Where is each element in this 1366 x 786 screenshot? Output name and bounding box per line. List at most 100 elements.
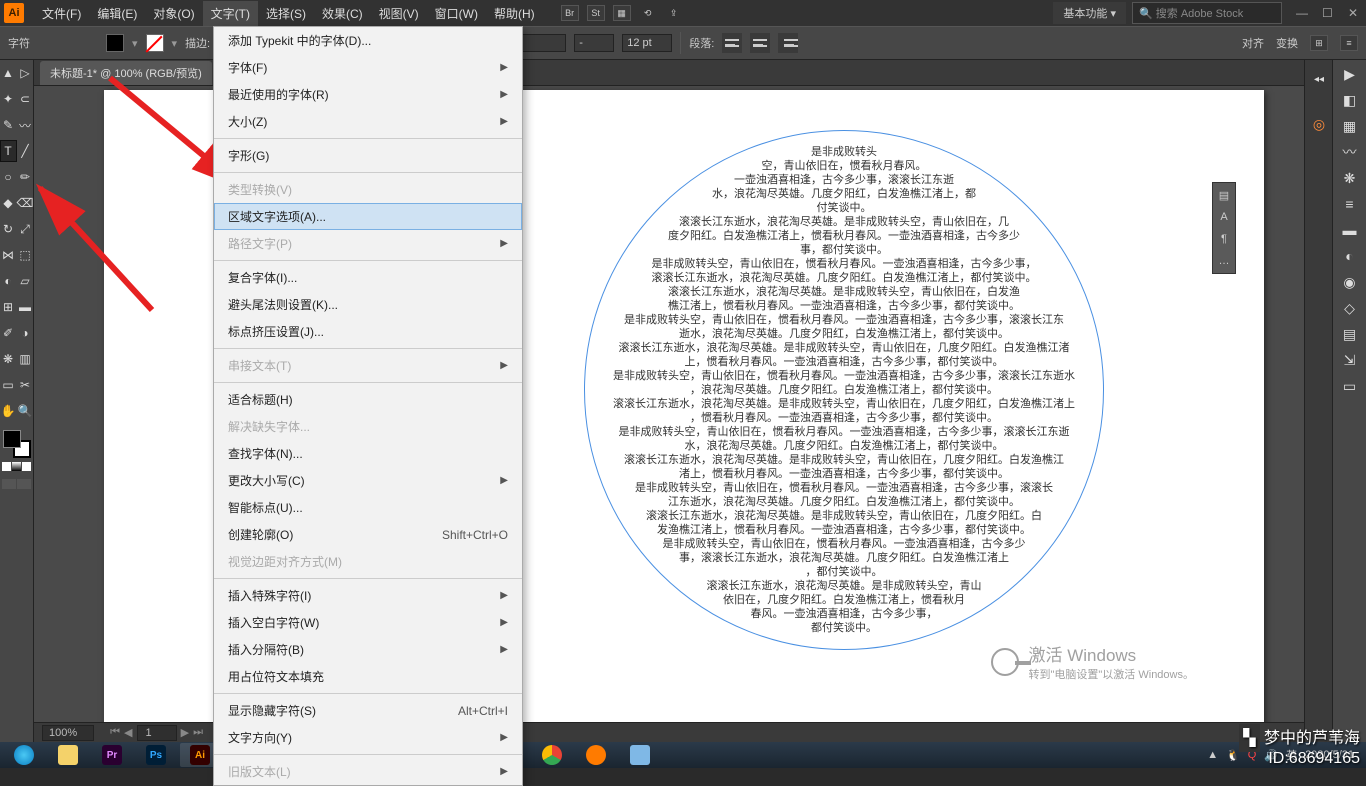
dd-smart-punct[interactable]: 智能标点(U)... bbox=[214, 494, 522, 521]
menu-type[interactable]: 文字(T) bbox=[203, 1, 258, 26]
asset-export-icon[interactable]: ⇲ bbox=[1336, 348, 1364, 372]
maximize-icon[interactable]: ☐ bbox=[1322, 6, 1336, 20]
dd-composite-fonts[interactable]: 复合字体(I)... bbox=[214, 264, 522, 291]
gradient-tool[interactable]: ▬ bbox=[17, 296, 34, 318]
artboard-next-icon[interactable]: ▶ bbox=[181, 726, 189, 739]
rotate-tool[interactable]: ↻ bbox=[0, 218, 17, 240]
gpu-icon[interactable]: ⟲ bbox=[639, 5, 657, 21]
appearance-panel-icon[interactable]: ◉ bbox=[1336, 270, 1364, 294]
none-mode-icon[interactable] bbox=[22, 462, 31, 471]
artboards-panel-icon[interactable]: ▭ bbox=[1336, 374, 1364, 398]
tb-chrome[interactable] bbox=[532, 743, 572, 767]
free-transform-tool[interactable]: ⬚ bbox=[17, 244, 34, 266]
search-stock-input[interactable]: 🔍 搜索 Adobe Stock bbox=[1132, 2, 1282, 24]
dd-font[interactable]: 字体(F)▶ bbox=[214, 54, 522, 81]
eraser-tool[interactable]: ⌫ bbox=[17, 192, 34, 214]
minimize-icon[interactable]: — bbox=[1296, 6, 1310, 20]
swatches-panel-icon[interactable]: ▦ bbox=[1336, 114, 1364, 138]
screen-full-icon[interactable] bbox=[17, 479, 31, 489]
gradient-mode-icon[interactable] bbox=[12, 462, 21, 471]
document-tab[interactable]: 未标题-1* @ 100% (RGB/预览) bbox=[40, 61, 212, 85]
bridge-icon[interactable]: Br bbox=[561, 5, 579, 21]
dd-glyphs[interactable]: 字形(G) bbox=[214, 142, 522, 169]
stroke-none-icon[interactable] bbox=[146, 34, 164, 52]
dd-insert-special[interactable]: 插入特殊字符(I)▶ bbox=[214, 582, 522, 609]
brush-tool[interactable]: ✏ bbox=[17, 166, 34, 188]
dd-create-outlines[interactable]: 创建轮廓(O)Shift+Ctrl+O bbox=[214, 521, 522, 548]
tray-qq-icon[interactable]: 🐧 bbox=[1226, 749, 1240, 762]
align-left-button[interactable] bbox=[722, 33, 742, 53]
tray-show-hidden-icon[interactable]: ▲ bbox=[1207, 749, 1218, 761]
arrange-icon[interactable]: ▦ bbox=[613, 5, 631, 21]
artboard-tool[interactable]: ▭ bbox=[0, 374, 17, 396]
tb-browser[interactable] bbox=[4, 743, 44, 767]
artboard-prev-icon[interactable]: ◀ bbox=[124, 726, 132, 739]
dd-add-typekit[interactable]: 添加 Typekit 中的字体(D)... bbox=[214, 27, 522, 54]
workspace-switcher[interactable]: 基本功能 ▾ bbox=[1053, 2, 1126, 24]
menu-window[interactable]: 窗口(W) bbox=[427, 1, 486, 26]
font-style-input[interactable] bbox=[574, 34, 614, 52]
pen-tool[interactable]: ✎ bbox=[0, 114, 17, 136]
align-right-button[interactable] bbox=[778, 33, 798, 53]
selection-tool[interactable]: ▲ bbox=[0, 62, 17, 84]
dd-fit-headline[interactable]: 适合标题(H) bbox=[214, 386, 522, 413]
symbol-spray-tool[interactable]: ❋ bbox=[0, 348, 17, 370]
cp-close-icon[interactable]: ▤ bbox=[1216, 187, 1232, 203]
shaper-tool[interactable]: ◆ bbox=[0, 192, 17, 214]
ctrl-ext1-icon[interactable]: ⊞ bbox=[1310, 35, 1328, 51]
dd-change-case[interactable]: 更改大小写(C)▶ bbox=[214, 467, 522, 494]
brushes-panel-icon[interactable]: 〰 bbox=[1336, 140, 1364, 164]
ctrl-ext2-icon[interactable]: ≡ bbox=[1340, 35, 1358, 51]
zoom-tool[interactable]: 🔍 bbox=[17, 400, 34, 422]
color-panel-icon[interactable]: ◧ bbox=[1336, 88, 1364, 112]
cp-char-icon[interactable]: A bbox=[1216, 209, 1232, 225]
mesh-tool[interactable]: ⊞ bbox=[0, 296, 17, 318]
cc-libraries-icon[interactable]: ◎ bbox=[1305, 112, 1333, 136]
menu-help[interactable]: 帮助(H) bbox=[486, 1, 543, 26]
dd-kinsoku[interactable]: 避头尾法则设置(K)... bbox=[214, 291, 522, 318]
dd-mojikumi[interactable]: 标点挤压设置(J)... bbox=[214, 318, 522, 345]
dd-insert-break[interactable]: 插入分隔符(B)▶ bbox=[214, 636, 522, 663]
line-tool[interactable]: ╱ bbox=[17, 140, 34, 162]
blend-tool[interactable]: ◑ bbox=[17, 322, 34, 344]
tb-photoshop[interactable]: Ps bbox=[136, 743, 176, 767]
lasso-tool[interactable]: ⊂ bbox=[17, 88, 34, 110]
tb-app-orange[interactable] bbox=[576, 743, 616, 767]
dd-area-type-options[interactable]: 区域文字选项(A)... bbox=[214, 203, 522, 230]
transparency-panel-icon[interactable]: ◐ bbox=[1336, 244, 1364, 268]
cp-more-icon[interactable]: … bbox=[1216, 253, 1232, 269]
screen-normal-icon[interactable] bbox=[2, 479, 16, 489]
ellipse-tool[interactable]: ○ bbox=[0, 166, 17, 188]
dd-fill-placeholder[interactable]: 用占位符文本填充 bbox=[214, 663, 522, 690]
gradient-panel-icon[interactable]: ▬ bbox=[1336, 218, 1364, 242]
dd-size[interactable]: 大小(Z)▶ bbox=[214, 108, 522, 135]
artboard-index-input[interactable]: 1 bbox=[137, 725, 177, 741]
graphic-styles-icon[interactable]: ◇ bbox=[1336, 296, 1364, 320]
dd-orientation[interactable]: 文字方向(Y)▶ bbox=[214, 724, 522, 751]
magic-wand-tool[interactable]: ✦ bbox=[0, 88, 17, 110]
width-tool[interactable]: ⋈ bbox=[0, 244, 17, 266]
menu-edit[interactable]: 编辑(E) bbox=[89, 1, 145, 26]
curvature-tool[interactable]: 〰 bbox=[17, 114, 34, 136]
area-type-circle[interactable]: 是非成败转头空，青山依旧在，惯看秋月春风。一壶浊酒喜相逢，古今多少事，滚滚长江东… bbox=[584, 130, 1104, 650]
align-panel-label[interactable]: 对齐 bbox=[1242, 35, 1264, 51]
dd-show-hidden[interactable]: 显示隐藏字符(S)Alt+Ctrl+I bbox=[214, 697, 522, 724]
color-mode-icon[interactable] bbox=[2, 462, 11, 471]
type-tool[interactable]: T bbox=[0, 140, 17, 162]
hand-tool[interactable]: ✋ bbox=[0, 400, 17, 422]
zoom-input[interactable]: 100% bbox=[42, 725, 94, 741]
align-center-button[interactable] bbox=[750, 33, 770, 53]
scale-tool[interactable]: ⤢ bbox=[17, 218, 34, 240]
eyedropper-tool[interactable]: ✐ bbox=[0, 322, 17, 344]
dd-find-font[interactable]: 查找字体(N)... bbox=[214, 440, 522, 467]
layers-panel-icon[interactable]: ▤ bbox=[1336, 322, 1364, 346]
dd-insert-whitespace[interactable]: 插入空白字符(W)▶ bbox=[214, 609, 522, 636]
properties-icon[interactable]: ▶ bbox=[1336, 62, 1364, 86]
menu-file[interactable]: 文件(F) bbox=[34, 1, 89, 26]
menu-object[interactable]: 对象(O) bbox=[145, 1, 202, 26]
tb-explorer[interactable] bbox=[48, 743, 88, 767]
direct-select-tool[interactable]: ▷ bbox=[17, 62, 34, 84]
libraries-icon[interactable]: ◂◂ bbox=[1305, 70, 1333, 88]
shape-builder-tool[interactable]: ◐ bbox=[0, 270, 17, 292]
artboard-first-icon[interactable]: ⏮ bbox=[110, 726, 120, 739]
